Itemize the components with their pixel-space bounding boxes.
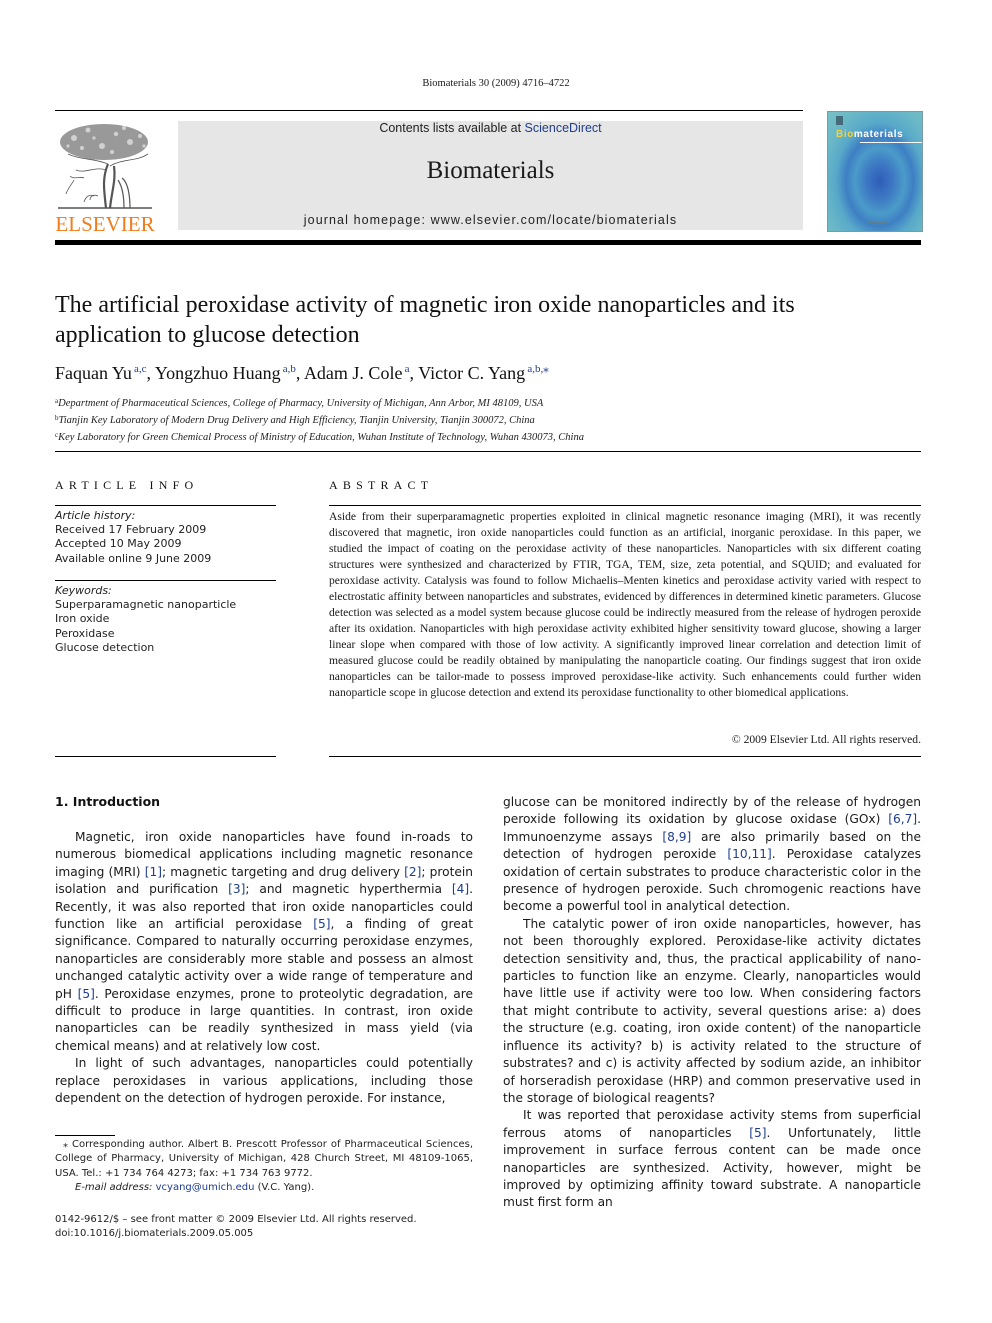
- article-info-heading: ARTICLE INFO: [55, 478, 199, 492]
- reference-link[interactable]: [3]: [228, 882, 245, 896]
- article-history-label: Article history:: [55, 509, 136, 522]
- sciencedirect-link[interactable]: ScienceDirect: [525, 121, 602, 135]
- reference-link[interactable]: [8,9]: [662, 830, 691, 844]
- author-separator: ,: [295, 363, 304, 383]
- affiliations: aDepartment of Pharmaceutical Sciences, …: [55, 394, 584, 446]
- journal-header-banner: Contents lists available at ScienceDirec…: [178, 121, 803, 230]
- cover-publisher-icon: [836, 116, 843, 125]
- journal-cover-image[interactable]: Biomaterials: [827, 111, 923, 232]
- email-label: E-mail address:: [75, 1182, 153, 1194]
- doi-link[interactable]: doi:10.1016/j.biomaterials.2009.05.005: [55, 1227, 417, 1241]
- history-received: Received 17 February 2009: [55, 523, 207, 537]
- body-paragraph: In light of such advantages, nanoparticl…: [55, 1055, 473, 1107]
- keyword-item: Iron oxide: [55, 612, 110, 626]
- keyword-item: Glucose detection: [55, 640, 155, 654]
- keywords: Keywords: Superparamagnetic nanoparticle…: [55, 584, 236, 655]
- abstract-heading: ABSTRACT: [329, 478, 434, 492]
- body-text: glucose can be monitored indirectly by o…: [503, 795, 921, 827]
- body-paragraph: Magnetic, iron oxide nanoparticles have …: [55, 829, 473, 1055]
- author-name[interactable]: Yongzhuo Huang: [155, 363, 281, 383]
- abstract-rule: [329, 505, 921, 506]
- reference-link[interactable]: [6,7]: [888, 812, 917, 826]
- elsevier-wordmark: ELSEVIER: [55, 212, 155, 236]
- keyword-item: Peroxidase: [55, 626, 115, 640]
- keywords-label: Keywords:: [55, 584, 112, 597]
- abstract-copyright: © 2009 Elsevier Ltd. All rights reserved…: [731, 733, 921, 746]
- article-title: The artificial peroxidase activity of ma…: [55, 292, 795, 348]
- elsevier-tree-icon: [58, 124, 152, 209]
- author-affiliation-marks[interactable]: a,b,⁎: [525, 363, 548, 375]
- elsevier-logo[interactable]: ELSEVIER: [54, 120, 156, 236]
- header-top-rule: [55, 110, 803, 111]
- affiliation-item: cKey Laboratory for Green Chemical Proce…: [55, 428, 584, 445]
- footnote-rule: [55, 1135, 115, 1136]
- body-text: ; magnetic targeting and drug delivery: [161, 864, 405, 879]
- reference-link[interactable]: [5]: [749, 1126, 766, 1140]
- body-column-left: Magnetic, iron oxide nanoparticles have …: [55, 829, 473, 1108]
- keywords-rule: [55, 580, 276, 581]
- keyword-item: Superparamagnetic nanoparticle: [55, 598, 237, 612]
- body-text: The catalytic power of iron oxide nanopa…: [503, 916, 921, 1105]
- header-thick-rule: [55, 240, 921, 245]
- journal-homepage-link[interactable]: journal homepage: www.elsevier.com/locat…: [178, 213, 803, 227]
- email-suffix: (V.C. Yang).: [254, 1182, 315, 1194]
- body-text: ; and magnetic hyperthermia: [245, 882, 452, 897]
- body-paragraph: glucose can be monitored indirectly by o…: [503, 794, 921, 916]
- author-affiliation-marks[interactable]: a,c: [132, 363, 147, 375]
- author-affiliation-marks[interactable]: a: [402, 363, 410, 375]
- corresponding-author-footnote: ⁎ Corresponding author. Albert B. Presco…: [55, 1138, 473, 1196]
- author-list: Faquan Yu a,c, Yongzhuo Huang a,b, Adam …: [55, 362, 549, 384]
- journal-citation: Biomaterials 30 (2009) 4716–4722: [422, 78, 570, 89]
- affiliation-item: aDepartment of Pharmaceutical Sciences, …: [55, 394, 584, 411]
- body-text: . Peroxidase enzymes, prone to proteolyt…: [55, 986, 473, 1053]
- footnote-corresponding-text: Corresponding author. Albert B. Prescott…: [55, 1139, 473, 1179]
- bottom-metadata: 0142-9612/$ – see front matter © 2009 El…: [55, 1213, 417, 1242]
- cover-title: Biomaterials: [836, 129, 904, 140]
- footnote-star: ⁎: [63, 1139, 68, 1150]
- author-name[interactable]: Faquan Yu: [55, 363, 132, 383]
- author-name[interactable]: Victor C. Yang: [418, 363, 525, 383]
- affiliation-item: bTianjin Key Laboratory of Modern Drug D…: [55, 411, 584, 428]
- reference-link[interactable]: [5]: [313, 917, 330, 931]
- author-separator: ,: [146, 363, 155, 383]
- reference-link[interactable]: [5]: [78, 987, 95, 1001]
- abstract-bottom-rule: [329, 756, 921, 757]
- contents-prefix: Contents lists available at: [379, 121, 525, 135]
- body-column-right: glucose can be monitored indirectly by o…: [503, 794, 921, 1212]
- abstract-text: Aside from their superparamagnetic prope…: [329, 510, 921, 699]
- reference-link[interactable]: [10,11]: [727, 847, 771, 861]
- author-separator: ,: [409, 363, 419, 383]
- reference-link[interactable]: [2]: [404, 865, 421, 879]
- body-text: In light of such advantages, nanoparticl…: [55, 1056, 473, 1106]
- affiliation-text: Tianjin Key Laboratory of Modern Drug De…: [58, 415, 535, 427]
- author-affiliation-marks[interactable]: a,b: [281, 363, 296, 375]
- history-accepted: Accepted 10 May 2009: [55, 537, 182, 551]
- cover-rule: [860, 142, 922, 143]
- contents-available-line: Contents lists available at ScienceDirec…: [178, 121, 803, 135]
- article-info-bottom-rule: [55, 756, 276, 757]
- article-info-rule: [55, 505, 276, 506]
- cover-footer-mark: [868, 222, 888, 224]
- reference-link[interactable]: [4]: [452, 882, 469, 896]
- body-paragraph: It was reported that peroxidase activity…: [503, 1107, 921, 1211]
- history-online: Available online 9 June 2009: [55, 551, 212, 565]
- body-paragraph: The catalytic power of iron oxide nanopa…: [503, 916, 921, 1107]
- journal-title: Biomaterials: [426, 157, 555, 184]
- affiliation-text: Key Laboratory for Green Chemical Proces…: [58, 432, 584, 444]
- affiliation-rule: [55, 451, 921, 452]
- affiliation-text: Department of Pharmaceutical Sciences, C…: [58, 398, 544, 409]
- section-heading-introduction: 1. Introduction: [55, 794, 161, 809]
- issn-line: 0142-9612/$ – see front matter © 2009 El…: [55, 1214, 417, 1225]
- reference-link[interactable]: [1]: [145, 865, 162, 879]
- email-link[interactable]: vcyang@umich.edu: [156, 1182, 255, 1193]
- author-name[interactable]: Adam J. Cole: [304, 363, 403, 383]
- article-history: Article history: Received 17 February 20…: [55, 509, 211, 566]
